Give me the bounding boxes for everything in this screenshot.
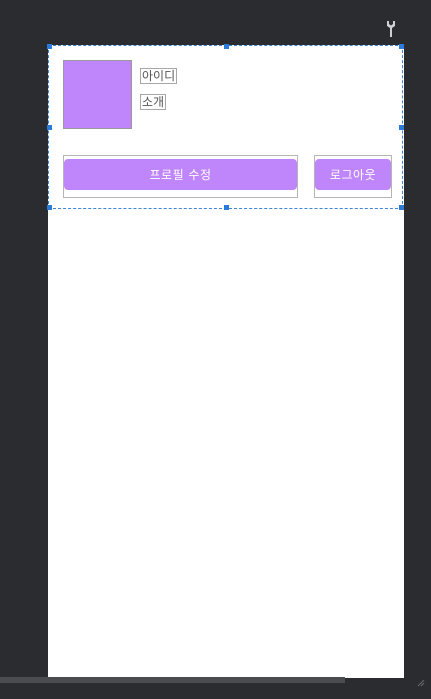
edit-profile-button[interactable]: 프로필 수정 xyxy=(64,159,297,190)
resize-handle-right[interactable] xyxy=(399,125,404,130)
device-canvas: 아이디 소개 프로필 수정 로그아웃 xyxy=(47,44,404,678)
logout-button[interactable]: 로그아웃 xyxy=(315,159,391,190)
resize-handle-bottom-right[interactable] xyxy=(399,205,404,210)
horizontal-scrollbar[interactable] xyxy=(0,677,345,683)
resize-handle-top-left[interactable] xyxy=(47,44,52,49)
resize-handle-bottom[interactable] xyxy=(224,205,229,210)
layout-editor: 아이디 소개 프로필 수정 로그아웃 xyxy=(0,0,431,699)
profile-image[interactable] xyxy=(63,60,132,129)
resize-handle-top-right[interactable] xyxy=(399,44,404,49)
user-id-text[interactable]: 아이디 xyxy=(140,68,178,84)
resize-grip-icon[interactable] xyxy=(417,679,425,687)
selected-layout-container[interactable]: 아이디 소개 프로필 수정 로그아웃 xyxy=(47,44,404,210)
resize-handle-left[interactable] xyxy=(47,125,52,130)
resize-handle-bottom-left[interactable] xyxy=(47,205,52,210)
user-intro-text[interactable]: 소개 xyxy=(140,94,167,110)
resize-handle-top[interactable] xyxy=(224,44,229,49)
wrench-icon[interactable] xyxy=(384,20,398,38)
